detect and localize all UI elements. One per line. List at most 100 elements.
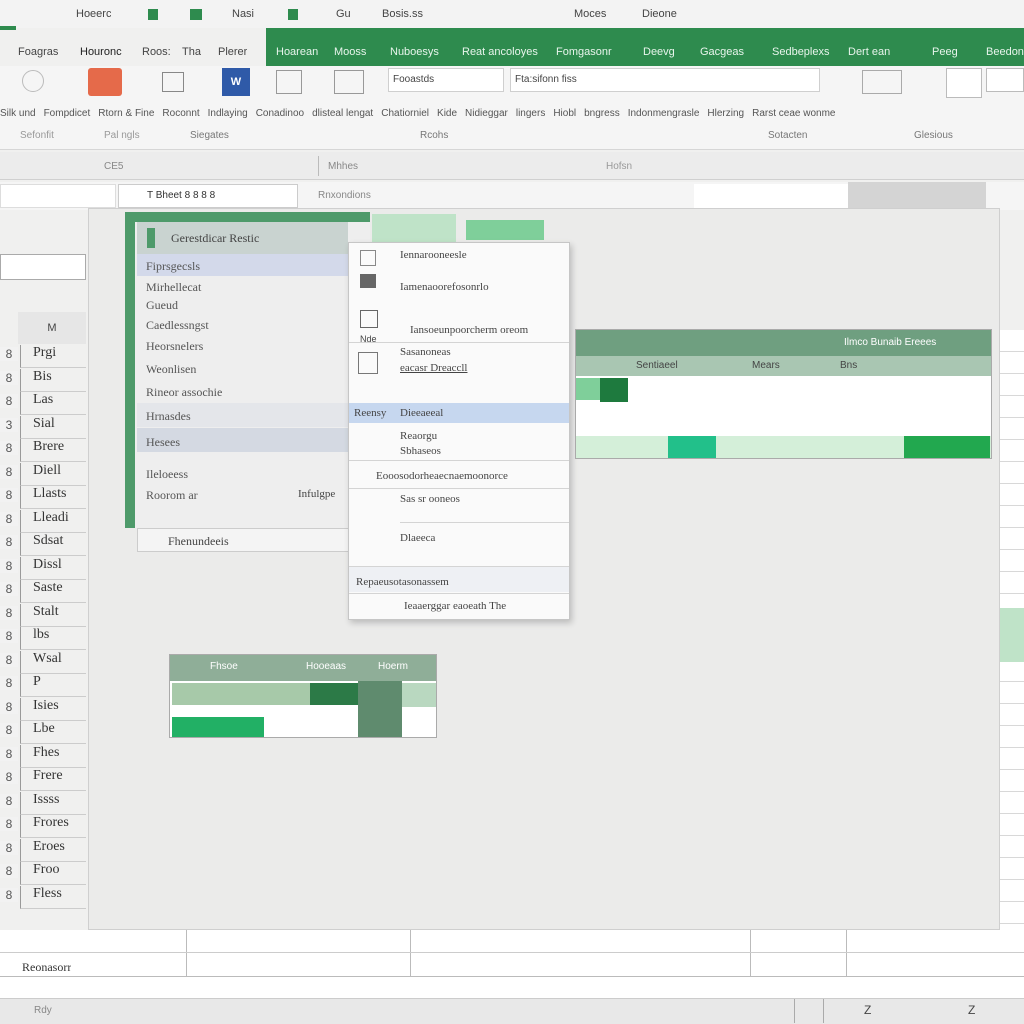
layout-icon[interactable] bbox=[276, 70, 302, 94]
cell[interactable]: Stalt bbox=[20, 603, 86, 627]
tab-left[interactable]: Plerer bbox=[218, 46, 247, 58]
cell[interactable]: Issss bbox=[20, 791, 86, 815]
row-number[interactable]: 8 bbox=[0, 887, 18, 902]
menu-item[interactable]: Iamenaoorefosonrlo bbox=[400, 281, 489, 293]
command[interactable]: Hiobl bbox=[553, 108, 576, 122]
tab-left[interactable]: Roos: bbox=[142, 46, 171, 58]
command[interactable]: dlisteal lengat bbox=[312, 108, 373, 122]
tab-left[interactable]: Tha bbox=[182, 46, 201, 58]
shape-icon[interactable] bbox=[22, 70, 44, 92]
row-number[interactable]: 8 bbox=[0, 699, 18, 714]
table-style-icon[interactable] bbox=[946, 68, 982, 98]
row-number[interactable]: 8 bbox=[0, 793, 18, 808]
column-header[interactable]: Sentiaeel bbox=[636, 360, 678, 371]
cell[interactable]: Fhes bbox=[20, 744, 86, 768]
ribbon-tab[interactable]: Beedonos bbox=[986, 46, 1024, 58]
row-number[interactable]: 8 bbox=[0, 629, 18, 643]
row-number[interactable]: 8 bbox=[0, 394, 18, 408]
ribbon-tab[interactable]: Mooss bbox=[334, 46, 366, 58]
ribbon-tab[interactable]: Reat ancoloyes bbox=[462, 46, 538, 58]
column-header[interactable]: Mears bbox=[752, 360, 780, 371]
menu-item[interactable]: Ieaaerggar eaoeath The bbox=[404, 600, 506, 612]
title-item[interactable]: Bosis.ss bbox=[382, 8, 423, 20]
text-icon[interactable] bbox=[162, 72, 184, 92]
zoom-in-button[interactable]: Z bbox=[968, 1003, 975, 1017]
menu-item[interactable]: Iennarooneesle bbox=[400, 249, 467, 261]
ribbon-search-input[interactable]: Fta:sifonn fiss bbox=[510, 68, 820, 92]
menu-item-label[interactable]: Reensy bbox=[354, 407, 386, 419]
title-item[interactable]: Hoeerc bbox=[76, 8, 111, 20]
ribbon-tab[interactable]: Sedbeplexs bbox=[772, 46, 830, 58]
cell[interactable]: Frere bbox=[20, 768, 86, 791]
word-icon[interactable]: W bbox=[222, 68, 250, 96]
grid-icon[interactable] bbox=[288, 9, 298, 20]
cell-fill[interactable] bbox=[668, 436, 716, 458]
chart-icon[interactable] bbox=[862, 70, 902, 94]
layout-icon[interactable] bbox=[334, 70, 364, 94]
row-number[interactable]: 8 bbox=[0, 817, 18, 831]
row-number[interactable]: 8 bbox=[0, 558, 18, 573]
cell-fill[interactable] bbox=[576, 378, 600, 400]
sheet-tab[interactable]: Reonasorr bbox=[22, 960, 71, 975]
row-number[interactable]: 8 bbox=[0, 723, 18, 737]
ribbon-tab[interactable]: Dert ean bbox=[848, 46, 890, 58]
menu-item[interactable]: Sbhaseos bbox=[400, 445, 441, 457]
panel-item[interactable]: Rineor assochie bbox=[146, 385, 222, 400]
row-number[interactable]: 8 bbox=[0, 511, 18, 526]
row-number[interactable]: 8 bbox=[0, 488, 18, 502]
excel-icon[interactable] bbox=[148, 9, 158, 20]
scroll-area[interactable] bbox=[848, 182, 986, 210]
name-box[interactable]: CE5 bbox=[104, 161, 123, 172]
command[interactable]: Nidieggar bbox=[465, 108, 508, 122]
menu-item[interactable]: Sasanoneas bbox=[400, 346, 451, 358]
menu-item[interactable]: eacasr Dreaccll bbox=[400, 362, 467, 374]
cell[interactable]: Brere bbox=[20, 439, 86, 462]
row-number[interactable]: 8 bbox=[0, 864, 18, 878]
command[interactable]: Indonmengrasle bbox=[628, 108, 700, 122]
panel-footer[interactable]: Fhenundeeis bbox=[137, 528, 349, 552]
cell-fill[interactable] bbox=[172, 717, 264, 737]
cell[interactable]: Isies bbox=[20, 697, 86, 721]
panel-item[interactable]: Heorsnelers bbox=[146, 339, 203, 354]
tab-button[interactable] bbox=[466, 220, 544, 240]
title-item[interactable]: Nasi bbox=[232, 8, 254, 20]
input-box[interactable] bbox=[694, 184, 848, 208]
panel-item[interactable]: Weonlisen bbox=[146, 362, 196, 377]
row-number[interactable]: 8 bbox=[0, 676, 18, 690]
panel-item[interactable]: Mirhellecat bbox=[146, 280, 201, 295]
cell[interactable]: Sdsat bbox=[20, 533, 86, 556]
cell[interactable]: Eroes bbox=[20, 838, 86, 862]
ribbon-tab[interactable]: Peeg bbox=[932, 46, 958, 58]
menu-item[interactable]: Iansoeunpoorcherm oreom bbox=[410, 324, 528, 336]
command[interactable]: Silk und bbox=[0, 108, 36, 122]
row-number[interactable]: 8 bbox=[0, 770, 18, 784]
command[interactable]: Conadinoo bbox=[256, 108, 304, 122]
ribbon-tab[interactable]: Hoarean bbox=[276, 46, 318, 58]
row-number[interactable]: 8 bbox=[0, 652, 18, 667]
row-number[interactable]: 8 bbox=[0, 441, 18, 455]
command[interactable]: Rtorn & Fine bbox=[98, 108, 154, 122]
column-header[interactable]: M bbox=[18, 312, 86, 344]
cell[interactable]: Frores bbox=[20, 815, 86, 838]
cell-fill[interactable] bbox=[358, 681, 402, 737]
panel-item[interactable]: Hesees bbox=[146, 435, 180, 450]
panel-item[interactable]: Gueud bbox=[146, 298, 178, 313]
cell[interactable]: Lleadi bbox=[20, 509, 86, 533]
row-number[interactable]: 8 bbox=[0, 840, 18, 855]
command[interactable]: Indlaying bbox=[208, 108, 248, 122]
row-number[interactable]: 8 bbox=[0, 746, 18, 761]
panel-item[interactable]: Ileloeess bbox=[146, 467, 188, 482]
menu-item[interactable]: Dlaeeca bbox=[400, 532, 435, 544]
cell[interactable]: Diell bbox=[20, 462, 86, 486]
menu-item[interactable]: Sas sr ooneos bbox=[400, 493, 460, 505]
cell-fill[interactable] bbox=[600, 378, 628, 402]
column-header[interactable]: Bns bbox=[840, 360, 857, 371]
panel-item[interactable]: Fiprsgecsls bbox=[146, 259, 200, 274]
row-number[interactable]: 8 bbox=[0, 582, 18, 596]
menu-item[interactable]: Dieeaeeal bbox=[400, 407, 443, 419]
row-number[interactable]: 8 bbox=[0, 535, 18, 549]
ribbon-tab[interactable]: Gacgeas bbox=[700, 46, 744, 58]
command[interactable]: Kide bbox=[437, 108, 457, 122]
cell[interactable]: Llasts bbox=[20, 486, 86, 509]
command[interactable]: Chatiorniel bbox=[381, 108, 429, 122]
